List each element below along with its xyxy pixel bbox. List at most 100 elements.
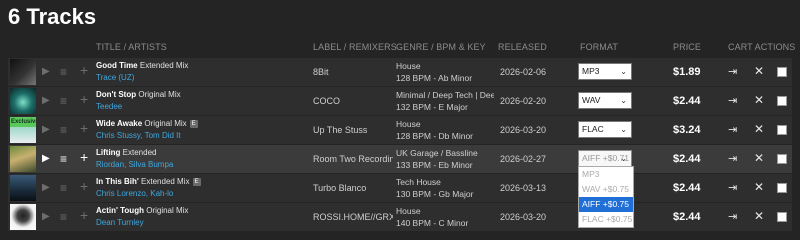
track-genre[interactable]: House: [396, 206, 494, 216]
track-label[interactable]: Up The Stuss: [313, 125, 393, 135]
track-price: $2.44: [673, 182, 701, 194]
track-title[interactable]: Good Time Extended MixE: [96, 61, 308, 70]
select-checkbox[interactable]: [777, 183, 787, 193]
play-icon[interactable]: ▶: [42, 94, 50, 108]
add-to-cart-icon[interactable]: ⇥: [728, 181, 737, 194]
remove-icon[interactable]: ✕: [754, 151, 764, 165]
track-price: $2.44: [673, 153, 701, 165]
album-art[interactable]: Exclusive: [10, 117, 36, 143]
track-artists[interactable]: Trace (UZ): [96, 73, 296, 82]
album-art[interactable]: Exclusive: [10, 204, 36, 230]
queue-icon[interactable]: ≡: [60, 210, 67, 224]
remove-icon[interactable]: ✕: [754, 122, 764, 136]
table-row[interactable]: Exclusive ▶ ≡ + In This Bih' Extended Mi…: [8, 174, 792, 202]
add-to-playlist-icon[interactable]: +: [80, 63, 88, 77]
track-name[interactable]: Lifting: [96, 148, 120, 157]
select-checkbox[interactable]: [777, 96, 787, 106]
add-to-playlist-icon[interactable]: +: [80, 92, 88, 106]
format-select[interactable]: WAV ⌄: [578, 92, 632, 109]
track-name[interactable]: Good Time: [96, 61, 138, 70]
track-title[interactable]: Actin' Tough Original MixE: [96, 206, 308, 215]
album-art[interactable]: Exclusive: [10, 59, 36, 85]
queue-icon[interactable]: ≡: [60, 181, 67, 195]
track-mix: Original Mix: [144, 119, 187, 128]
format-option[interactable]: MP3: [579, 167, 633, 182]
track-title[interactable]: Lifting ExtendedE: [96, 148, 308, 157]
play-icon[interactable]: ▶: [42, 152, 50, 166]
select-checkbox[interactable]: [777, 125, 787, 135]
track-label[interactable]: COCO: [313, 96, 393, 106]
album-art[interactable]: Exclusive: [10, 146, 36, 172]
chevron-down-icon: ⌄: [620, 125, 627, 134]
track-label[interactable]: Room Two Recordin: [313, 154, 393, 164]
format-select[interactable]: MP3 ⌄: [578, 63, 632, 80]
table-row[interactable]: Exclusive ▶ ≡ + Wide Awake Original Mix E…: [8, 116, 792, 144]
track-artists[interactable]: Chris Lorenzo, Kah-lo: [96, 189, 296, 198]
add-to-playlist-icon[interactable]: +: [80, 150, 88, 164]
select-checkbox[interactable]: [777, 212, 787, 222]
add-to-cart-icon[interactable]: ⇥: [728, 152, 737, 165]
track-released: 2026-02-20: [500, 96, 547, 106]
track-label[interactable]: ROSSI.HOME//GRXV: [313, 212, 393, 222]
add-to-cart-icon[interactable]: ⇥: [728, 123, 737, 136]
remove-icon[interactable]: ✕: [754, 180, 764, 194]
track-name[interactable]: Don't Stop: [96, 90, 136, 99]
play-icon[interactable]: ▶: [42, 65, 50, 79]
format-option[interactable]: WAV +$0.75: [579, 182, 633, 197]
format-select[interactable]: AIFF +$0.71 ⌄: [578, 150, 632, 167]
track-bpm-key: 133 BPM - Eb Minor: [396, 160, 473, 170]
table-row[interactable]: Exclusive ▶ ≡ + Don't Stop Original MixE…: [8, 87, 792, 115]
table-row[interactable]: Exclusive ▶ ≡ + Good Time Extended MixE …: [8, 58, 792, 86]
select-checkbox[interactable]: [777, 67, 787, 77]
track-genre[interactable]: UK Garage / Bassline: [396, 148, 494, 158]
track-label[interactable]: 8Bit: [313, 67, 393, 77]
track-bpm-key: 128 BPM - Db Minor: [396, 131, 473, 141]
track-artists[interactable]: Teedee: [96, 102, 296, 111]
track-title[interactable]: Wide Awake Original Mix E: [96, 119, 308, 128]
add-to-playlist-icon[interactable]: +: [80, 121, 88, 135]
track-name[interactable]: Wide Awake: [96, 119, 142, 128]
table-row[interactable]: Exclusive ▶ ≡ + Lifting ExtendedE Riorda…: [8, 145, 792, 173]
track-artists[interactable]: Dean Turnley: [96, 218, 296, 227]
track-name[interactable]: In This Bih': [96, 177, 139, 186]
track-artists[interactable]: Riordan, Silva Bumpa: [96, 160, 296, 169]
table-row[interactable]: Exclusive ▶ ≡ + Actin' Tough Original Mi…: [8, 203, 792, 231]
track-title[interactable]: In This Bih' Extended Mix E: [96, 177, 308, 186]
format-select[interactable]: FLAC ⌄: [578, 121, 632, 138]
add-to-cart-icon[interactable]: ⇥: [728, 94, 737, 107]
format-option-selected[interactable]: AIFF +$0.75: [579, 197, 633, 212]
queue-icon[interactable]: ≡: [60, 152, 67, 166]
remove-icon[interactable]: ✕: [754, 209, 764, 223]
add-to-playlist-icon[interactable]: +: [80, 179, 88, 193]
queue-icon[interactable]: ≡: [60, 65, 67, 79]
format-dropdown-menu[interactable]: MP3 WAV +$0.75 AIFF +$0.75 FLAC +$0.75: [578, 166, 634, 228]
track-mix: Extended Mix: [141, 177, 190, 186]
track-mix: Extended Mix: [139, 61, 189, 70]
remove-icon[interactable]: ✕: [754, 64, 764, 78]
play-icon[interactable]: ▶: [42, 181, 50, 195]
header-genre: GENRE / BPM & KEY: [396, 42, 486, 52]
add-to-cart-icon[interactable]: ⇥: [728, 210, 737, 223]
remove-icon[interactable]: ✕: [754, 93, 764, 107]
track-name[interactable]: Actin' Tough: [96, 206, 144, 215]
track-artists[interactable]: Chris Stussy, Tom Did It: [96, 131, 296, 140]
queue-icon[interactable]: ≡: [60, 94, 67, 108]
select-checkbox[interactable]: [777, 154, 787, 164]
track-genre[interactable]: House: [396, 61, 494, 71]
album-art[interactable]: Exclusive: [10, 88, 36, 114]
track-title[interactable]: Don't Stop Original MixE: [96, 90, 308, 99]
track-genre[interactable]: Tech House: [396, 177, 494, 187]
add-to-cart-icon[interactable]: ⇥: [728, 65, 737, 78]
track-genre[interactable]: Minimal / Deep Tech | Dee: [396, 90, 494, 100]
track-mix: Extended: [122, 148, 157, 157]
track-genre[interactable]: House: [396, 119, 494, 129]
play-icon[interactable]: ▶: [42, 210, 50, 224]
format-option[interactable]: FLAC +$0.75: [579, 212, 633, 227]
track-released: 2026-02-06: [500, 67, 547, 77]
queue-icon[interactable]: ≡: [60, 123, 67, 137]
album-art[interactable]: Exclusive: [10, 175, 36, 201]
play-icon[interactable]: ▶: [42, 123, 50, 137]
track-label[interactable]: Turbo Blanco: [313, 183, 393, 193]
track-bpm-key: 128 BPM - Ab Minor: [396, 73, 473, 83]
add-to-playlist-icon[interactable]: +: [80, 208, 88, 222]
